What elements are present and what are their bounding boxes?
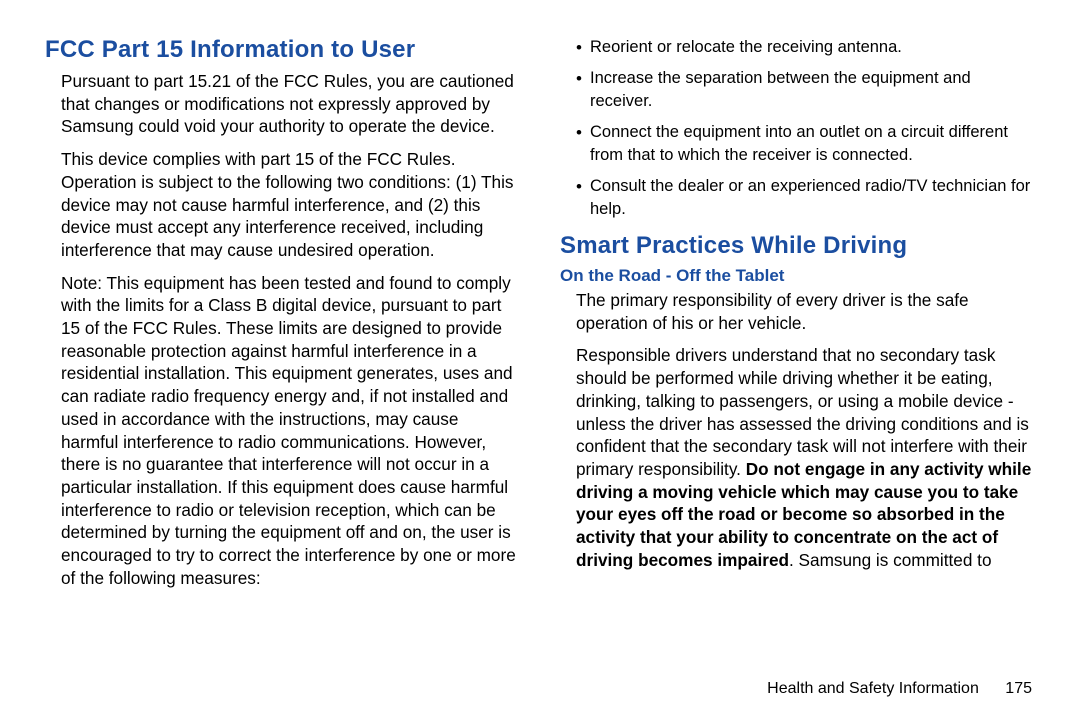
measures-list: Reorient or relocate the receiving anten… <box>560 36 1035 220</box>
heading-driving: Smart Practices While Driving <box>560 232 1035 260</box>
driving-para-1: The primary responsibility of every driv… <box>576 289 1035 334</box>
subheading-road: On the Road - Off the Tablet <box>560 266 1035 286</box>
fcc-para-3: Note: This equipment has been tested and… <box>61 272 520 590</box>
fcc-para-1: Pursuant to part 15.21 of the FCC Rules,… <box>61 70 520 138</box>
fcc-para-2: This device complies with part 15 of the… <box>61 148 520 262</box>
list-item: Consult the dealer or an experienced rad… <box>576 175 1035 220</box>
footer-section: Health and Safety Information <box>767 680 979 697</box>
heading-fcc: FCC Part 15 Information to User <box>45 36 520 64</box>
list-item: Connect the equipment into an outlet on … <box>576 121 1035 166</box>
page-number: 175 <box>1005 680 1032 698</box>
list-item: Reorient or relocate the receiving anten… <box>576 36 1035 58</box>
list-item: Increase the separation between the equi… <box>576 67 1035 112</box>
page-footer: Health and Safety Information 175 <box>767 680 1032 698</box>
